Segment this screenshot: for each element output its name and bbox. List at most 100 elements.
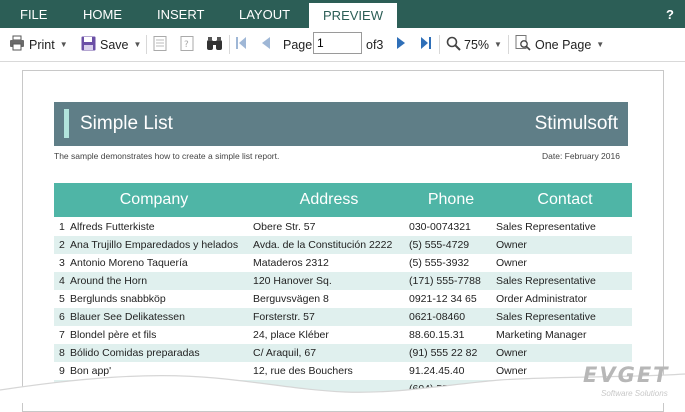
company-cell: Alfreds Futterkiste — [70, 221, 155, 233]
find-button[interactable] — [206, 28, 223, 61]
company-cell: Blondel père et fils — [70, 329, 157, 341]
contact-cell: Sales Representative — [496, 311, 596, 323]
company-cell: Berglunds snabbköp — [70, 293, 166, 305]
tab-file[interactable]: FILE — [20, 0, 47, 28]
save-label: Save — [100, 37, 129, 52]
binoculars-icon — [206, 36, 223, 54]
magnifier-icon — [446, 36, 461, 54]
tab-insert[interactable]: INSERT — [157, 0, 204, 28]
address-cell: Avda. de la Constitución 2222 — [253, 239, 393, 251]
chevron-down-icon[interactable]: ▼ — [60, 40, 68, 49]
next-page-button[interactable] — [397, 28, 405, 61]
page-total-label: of3 — [366, 37, 384, 52]
row-number: 8 — [59, 347, 65, 359]
company-cell: Bon app' — [70, 365, 112, 377]
report-description: The sample demonstrates how to create a … — [54, 151, 280, 161]
company-cell: Blauer See Delikatessen — [70, 311, 185, 323]
zoom-value: 75% — [464, 37, 490, 52]
column-header-phone: Phone — [427, 191, 475, 208]
contact-cell: Owner — [496, 239, 527, 251]
toolbar-divider — [229, 35, 230, 54]
column-header-contact: Contact — [537, 191, 593, 208]
contact-cell: Sales Representative — [496, 221, 596, 233]
phone-cell: 030-0074321 — [409, 221, 471, 233]
document-question-icon: ? — [180, 35, 194, 54]
address-cell: 120 Hanover Sq. — [253, 275, 332, 287]
company-cell: Ana Trujillo Emparedados y helados — [70, 239, 239, 251]
row-number: 3 — [59, 257, 65, 269]
chevron-down-icon[interactable]: ▼ — [494, 40, 502, 49]
contact-cell: Accounting Manager — [496, 383, 593, 395]
document-icon — [153, 35, 167, 54]
parameters-button[interactable]: ? — [180, 28, 194, 61]
table-row: 5 Berglunds snabbköp Berguvsvägen 8 0921… — [54, 290, 632, 308]
row-number: 7 — [59, 329, 65, 341]
page-setup-button[interactable] — [153, 28, 167, 61]
toolbar-divider — [439, 35, 440, 54]
first-page-icon — [236, 37, 246, 52]
chevron-down-icon[interactable]: ▼ — [134, 40, 142, 49]
contact-cell: Owner — [496, 365, 527, 377]
row-number: 5 — [59, 293, 65, 305]
report-header-banner: Simple List Stimulsoft — [54, 102, 628, 146]
chevron-down-icon[interactable]: ▼ — [596, 40, 604, 49]
svg-text:?: ? — [184, 40, 189, 50]
tab-preview[interactable]: PREVIEW — [309, 3, 397, 28]
address-cell: Obere Str. 57 — [253, 221, 316, 233]
watermark-logo: EVGET — [583, 363, 670, 387]
previous-page-icon — [262, 37, 270, 52]
page-number-input[interactable] — [313, 32, 362, 54]
report-table-body: 1 Alfreds Futterkiste Obere Str. 57 030-… — [54, 218, 632, 398]
ribbon-tab-bar: FILE HOME INSERT LAYOUT PREVIEW ? — [0, 0, 685, 28]
view-mode-label: One Page — [535, 37, 592, 52]
contact-cell: Order Administrator — [496, 293, 588, 305]
view-mode-dropdown[interactable]: One Page ▼ — [515, 28, 604, 61]
company-cell: Around the Horn — [70, 275, 148, 287]
table-header: Company Address Phone Contact — [54, 183, 632, 217]
tab-layout[interactable]: LAYOUT — [239, 0, 290, 28]
first-page-button[interactable] — [236, 28, 246, 61]
company-cell: Antonio Moreno Taquería — [70, 257, 188, 269]
table-row: 9 Bon app' 12, rue des Bouchers 91.24.45… — [54, 362, 632, 380]
report-title: Simple List — [80, 113, 173, 134]
address-cell: C/ Araquil, 67 — [253, 347, 317, 359]
phone-cell: (5) 555-4729 — [409, 239, 470, 251]
save-button[interactable]: Save ▼ — [81, 28, 141, 61]
preview-toolbar: Print ▼ Save ▼ ? Page of3 — [0, 28, 685, 62]
printer-icon — [9, 35, 25, 54]
address-cell: Mataderos 2312 — [253, 257, 329, 269]
phone-cell: 88.60.15.31 — [409, 329, 465, 341]
row-number: 4 — [59, 275, 65, 287]
contact-cell: Owner — [496, 257, 527, 269]
tab-home[interactable]: HOME — [83, 0, 122, 28]
table-row: 2 Ana Trujillo Emparedados y helados Avd… — [54, 236, 632, 254]
table-row: (604) 555-4729 Accounting Manager — [54, 380, 632, 398]
table-row: 1 Alfreds Futterkiste Obere Str. 57 030-… — [54, 218, 632, 236]
column-header-company: Company — [119, 191, 189, 208]
print-button[interactable]: Print ▼ — [9, 28, 68, 61]
phone-cell: 0621-08460 — [409, 311, 466, 323]
next-page-icon — [397, 37, 405, 52]
last-page-icon — [421, 37, 431, 52]
previous-page-button[interactable] — [262, 28, 270, 61]
address-cell: 12, rue des Bouchers — [253, 365, 353, 377]
phone-cell: 0921-12 34 65 — [409, 293, 477, 305]
floppy-disk-icon — [81, 36, 96, 54]
zoom-dropdown[interactable]: 75% ▼ — [446, 28, 502, 61]
last-page-button[interactable] — [421, 28, 431, 61]
address-cell: Berguvsvägen 8 — [253, 293, 329, 305]
help-button[interactable]: ? — [666, 0, 674, 29]
contact-cell: Owner — [496, 347, 527, 359]
table-row: 8 Bólido Comidas preparadas C/ Araquil, … — [54, 344, 632, 362]
address-cell: Forsterstr. 57 — [253, 311, 315, 323]
table-row: 4 Around the Horn 120 Hanover Sq. (171) … — [54, 272, 632, 290]
row-number: 2 — [59, 239, 65, 251]
table-row: 3 Antonio Moreno Taquería Mataderos 2312… — [54, 254, 632, 272]
accent-bar — [64, 109, 69, 138]
row-number: 9 — [59, 365, 65, 377]
row-number: 1 — [59, 221, 65, 233]
row-number: 6 — [59, 311, 65, 323]
address-cell: 24, place Kléber — [253, 329, 329, 341]
phone-cell: (91) 555 22 82 — [409, 347, 478, 359]
column-header-address: Address — [299, 191, 359, 208]
